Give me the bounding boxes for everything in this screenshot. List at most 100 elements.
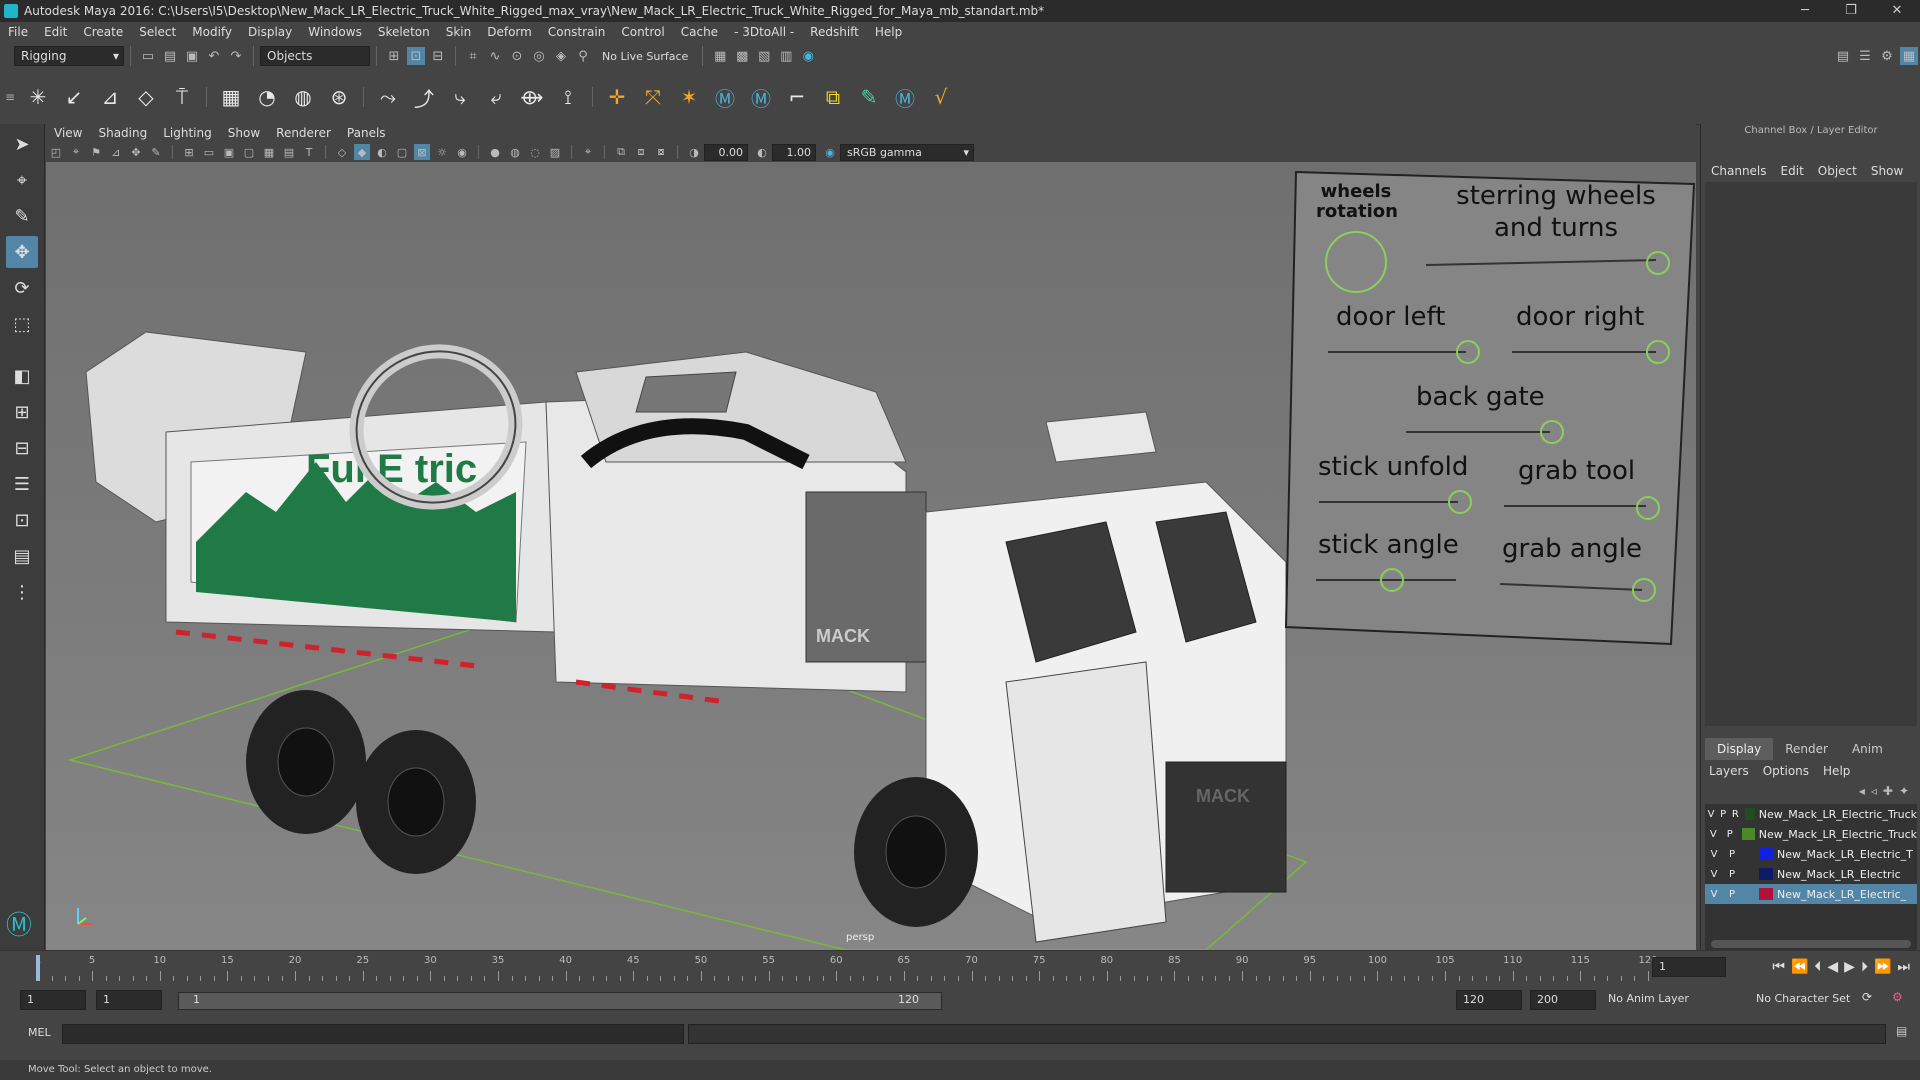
menu-display[interactable]: Display bbox=[240, 25, 300, 39]
select-camera-icon[interactable]: ◰ bbox=[48, 144, 64, 160]
viewport-persp[interactable]: Ful E tric MACK MACK wheels rotation ste… bbox=[46, 162, 1696, 950]
gate-mask-icon[interactable]: ▢ bbox=[241, 144, 257, 160]
step-forward-key-icon[interactable]: ⏵ bbox=[1861, 959, 1868, 975]
ik-handle-icon[interactable]: ↙ bbox=[60, 83, 88, 111]
current-time-marker[interactable] bbox=[36, 955, 40, 981]
toggle-attribute-editor-icon[interactable]: ☰ bbox=[1856, 47, 1874, 65]
panel-menu-lighting[interactable]: Lighting bbox=[155, 126, 220, 140]
wire-icon[interactable]: ⊛ bbox=[325, 83, 353, 111]
layer-row[interactable]: V P New_Mack_LR_Electric bbox=[1705, 864, 1917, 884]
menu-file[interactable]: File bbox=[0, 25, 36, 39]
detach-skin-icon[interactable]: ⤴ bbox=[410, 83, 438, 111]
insert-joint-icon[interactable]: ◇ bbox=[132, 83, 160, 111]
cluster-icon[interactable]: ◔ bbox=[253, 83, 281, 111]
playback-start-field[interactable]: 1 bbox=[96, 990, 162, 1010]
minimize-icon[interactable]: ─ bbox=[1782, 0, 1828, 22]
layer-row[interactable]: V P R New_Mack_LR_Electric_Truck bbox=[1705, 804, 1917, 824]
gamma-field[interactable]: 1.00 bbox=[772, 143, 816, 161]
object-menu[interactable]: Object bbox=[1818, 164, 1857, 178]
snap-live-icon[interactable]: ⚲ bbox=[574, 47, 592, 65]
point-constraint-icon[interactable]: ✛ bbox=[603, 83, 631, 111]
bounding-box-icon[interactable]: ▢ bbox=[394, 144, 410, 160]
menu-redshift[interactable]: Redshift bbox=[802, 25, 867, 39]
layer-playback-toggle[interactable]: P bbox=[1723, 849, 1741, 860]
auto-key-icon[interactable]: ⟳ bbox=[1862, 990, 1872, 1004]
layer-name[interactable]: New_Mack_LR_Electric_ bbox=[1777, 888, 1906, 901]
single-view-icon[interactable]: ◧ bbox=[6, 360, 38, 392]
animation-end-field[interactable]: 200 bbox=[1530, 990, 1596, 1010]
image-plane-icon[interactable]: ⊿ bbox=[108, 144, 124, 160]
select-by-hierarchy-icon[interactable]: ⊞ bbox=[385, 47, 403, 65]
wireframe-on-shaded-icon[interactable]: ⊠ bbox=[414, 144, 430, 160]
close-icon[interactable]: ✕ bbox=[1874, 0, 1920, 22]
toggle-modeling-toolkit-icon[interactable]: ▤ bbox=[1834, 47, 1852, 65]
four-view-icon[interactable]: ⊞ bbox=[6, 396, 38, 428]
wireframe-icon[interactable]: ◇ bbox=[334, 144, 350, 160]
snap-surface-icon[interactable]: ◈ bbox=[552, 47, 570, 65]
layer-color-swatch[interactable] bbox=[1745, 808, 1755, 820]
new-scene-icon[interactable]: ▭ bbox=[139, 47, 157, 65]
2d-pan-icon[interactable]: ✥ bbox=[128, 144, 144, 160]
graph-layout-icon[interactable]: ⊡ bbox=[6, 504, 38, 536]
panel-menu-renderer[interactable]: Renderer bbox=[268, 126, 339, 140]
layer-playback-toggle[interactable]: P bbox=[1723, 869, 1741, 880]
xray-joints-icon[interactable]: ⧉ bbox=[613, 144, 629, 160]
time-ruler[interactable]: 1510152025303540455055606570758085909510… bbox=[28, 955, 1658, 981]
more-layouts-icon[interactable]: ⋮ bbox=[6, 576, 38, 608]
two-view-icon[interactable]: ⊟ bbox=[6, 432, 38, 464]
geometry-constraint-icon[interactable]: ✎ bbox=[855, 83, 883, 111]
panel-menu-view[interactable]: View bbox=[46, 126, 90, 140]
channel-box-body[interactable] bbox=[1705, 182, 1917, 726]
layer-scrollbar[interactable] bbox=[1711, 940, 1911, 948]
panel-menu-show[interactable]: Show bbox=[220, 126, 268, 140]
time-slider[interactable]: 1510152025303540455055606570758085909510… bbox=[0, 950, 1920, 985]
ipr-render-icon[interactable]: ▧ bbox=[755, 47, 773, 65]
exposure-icon[interactable]: ◑ bbox=[686, 144, 702, 160]
layer-visible-toggle[interactable]: V bbox=[1705, 869, 1723, 880]
grid-icon[interactable]: ⊞ bbox=[181, 144, 197, 160]
color-management-icon[interactable]: ◉ bbox=[822, 144, 838, 160]
menu-create[interactable]: Create bbox=[75, 25, 131, 39]
step-back-icon[interactable]: ⏪ bbox=[1791, 959, 1808, 975]
layer-reference-toggle[interactable]: R bbox=[1729, 809, 1741, 820]
camera-attributes-icon[interactable]: ⌖ bbox=[68, 144, 84, 160]
mode-dropdown[interactable]: Rigging ▾ bbox=[14, 46, 124, 66]
backface-icon[interactable]: ⧇ bbox=[653, 144, 669, 160]
orient-constraint-icon[interactable]: ✶ bbox=[675, 83, 703, 111]
hik-icon[interactable]: Ⓜ bbox=[711, 83, 739, 111]
layer-color-swatch[interactable] bbox=[1741, 828, 1755, 840]
play-forward-icon[interactable]: ▶ bbox=[1844, 959, 1855, 975]
hypershade-icon[interactable]: ◉ bbox=[799, 47, 817, 65]
range-slider[interactable]: 1 120 bbox=[178, 992, 942, 1010]
step-back-key-icon[interactable]: ⏴ bbox=[1814, 959, 1821, 975]
shadows-icon[interactable]: ● bbox=[487, 144, 503, 160]
animation-start-field[interactable]: 1 bbox=[20, 990, 86, 1010]
menu-skeleton[interactable]: Skeleton bbox=[370, 25, 438, 39]
render-view-icon[interactable]: ▦ bbox=[711, 47, 729, 65]
rotate-tool-icon[interactable]: ⟳ bbox=[6, 272, 38, 304]
layer-visible-toggle[interactable]: V bbox=[1705, 829, 1721, 840]
resolution-gate-icon[interactable]: ▣ bbox=[221, 144, 237, 160]
panel-menu-shading[interactable]: Shading bbox=[90, 126, 155, 140]
field-chart-icon[interactable]: ▦ bbox=[261, 144, 277, 160]
select-by-component-icon[interactable]: ⊟ bbox=[429, 47, 447, 65]
layer-color-swatch[interactable] bbox=[1759, 868, 1773, 880]
bookmark-icon[interactable]: ⚑ bbox=[88, 144, 104, 160]
move-layer-down-icon[interactable]: ◃ bbox=[1871, 784, 1877, 798]
save-scene-icon[interactable]: ▣ bbox=[183, 47, 201, 65]
snap-point-icon[interactable]: ⊙ bbox=[508, 47, 526, 65]
ambient-occlusion-icon[interactable]: ◍ bbox=[507, 144, 523, 160]
script-editor-icon[interactable]: ▤ bbox=[1896, 1024, 1907, 1038]
restore-icon[interactable]: ❐ bbox=[1828, 0, 1874, 22]
flat-shade-icon[interactable]: ◐ bbox=[374, 144, 390, 160]
options-menu[interactable]: Options bbox=[1763, 764, 1809, 778]
layer-help-menu[interactable]: Help bbox=[1823, 764, 1850, 778]
render-settings-icon[interactable]: ▥ bbox=[777, 47, 795, 65]
view-transform-dropdown[interactable]: sRGB gamma ▾ bbox=[840, 143, 974, 161]
preferences-icon[interactable]: ⚙ bbox=[1892, 990, 1903, 1004]
character-set-dropdown[interactable]: No Character Set bbox=[1756, 992, 1850, 1005]
isolate-select-icon[interactable]: ⌖ bbox=[580, 144, 596, 160]
live-surface-label[interactable]: No Live Surface bbox=[602, 50, 688, 63]
bind-skin-icon[interactable]: ⤳ bbox=[374, 83, 402, 111]
safe-title-icon[interactable]: T bbox=[301, 144, 317, 160]
